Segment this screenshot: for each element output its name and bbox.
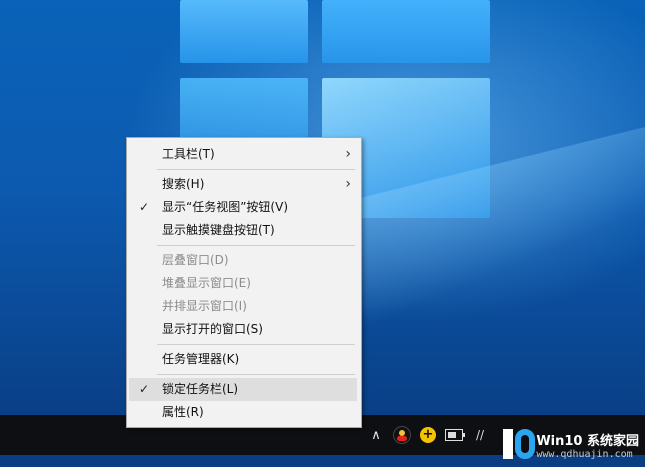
menu-item-label: 显示“任务视图”按钮(V) <box>162 200 289 214</box>
menu-separator <box>157 169 355 170</box>
menu-item-search[interactable]: 搜索(H) › <box>129 173 357 196</box>
checkmark-icon: ✓ <box>139 382 150 396</box>
chevron-up-icon[interactable]: ∧ <box>367 426 385 444</box>
menu-item-show-touch-keyboard-button[interactable]: 显示触摸键盘按钮(T) <box>129 219 357 242</box>
win10-logo-icon <box>501 427 535 463</box>
taskbar-context-menu: 工具栏(T) › 搜索(H) › ✓ 显示“任务视图”按钮(V) 显示触摸键盘按… <box>126 137 362 428</box>
watermark-title: Win10 系统家园 <box>536 434 639 449</box>
menu-item-show-desktop-windows[interactable]: 显示打开的窗口(S) <box>129 318 357 341</box>
network-icon[interactable]: // <box>471 426 489 444</box>
windows-logo-pane-top-right <box>322 0 490 63</box>
windows-logo-pane-top-left <box>180 0 308 63</box>
menu-item-label: 显示触摸键盘按钮(T) <box>162 223 275 237</box>
submenu-arrow-icon: › <box>345 176 351 192</box>
qq-icon[interactable] <box>393 426 411 444</box>
menu-item-show-task-view-button[interactable]: ✓ 显示“任务视图”按钮(V) <box>129 196 357 219</box>
menu-item-side-by-side-windows[interactable]: 并排显示窗口(I) <box>129 295 357 318</box>
battery-icon[interactable] <box>445 426 465 444</box>
menu-item-stack-windows[interactable]: 堆叠显示窗口(E) <box>129 272 357 295</box>
menu-item-label: 工具栏(T) <box>162 147 215 161</box>
menu-item-label: 锁定任务栏(L) <box>162 382 239 396</box>
add-icon[interactable]: + <box>419 426 437 444</box>
watermark-logo: Win10 系统家园 www.qdhuajin.com <box>501 423 639 467</box>
menu-item-label: 任务管理器(K) <box>162 352 240 366</box>
menu-separator <box>157 344 355 345</box>
menu-item-toolbars[interactable]: 工具栏(T) › <box>129 143 357 166</box>
menu-item-lock-taskbar[interactable]: ✓ 锁定任务栏(L) <box>129 378 357 401</box>
menu-separator <box>157 245 355 246</box>
system-tray: ∧ + // <box>367 415 497 455</box>
menu-item-label: 属性(R) <box>162 405 204 419</box>
menu-item-label: 堆叠显示窗口(E) <box>162 276 251 290</box>
menu-item-properties[interactable]: 属性(R) <box>129 401 357 424</box>
menu-item-cascade-windows[interactable]: 层叠窗口(D) <box>129 249 357 272</box>
menu-separator <box>157 374 355 375</box>
menu-item-label: 层叠窗口(D) <box>162 253 229 267</box>
submenu-arrow-icon: › <box>345 146 351 162</box>
menu-item-label: 搜索(H) <box>162 177 205 191</box>
menu-item-label: 并排显示窗口(I) <box>162 299 247 313</box>
menu-item-label: 显示打开的窗口(S) <box>162 322 263 336</box>
checkmark-icon: ✓ <box>139 200 150 214</box>
menu-item-task-manager[interactable]: 任务管理器(K) <box>129 348 357 371</box>
